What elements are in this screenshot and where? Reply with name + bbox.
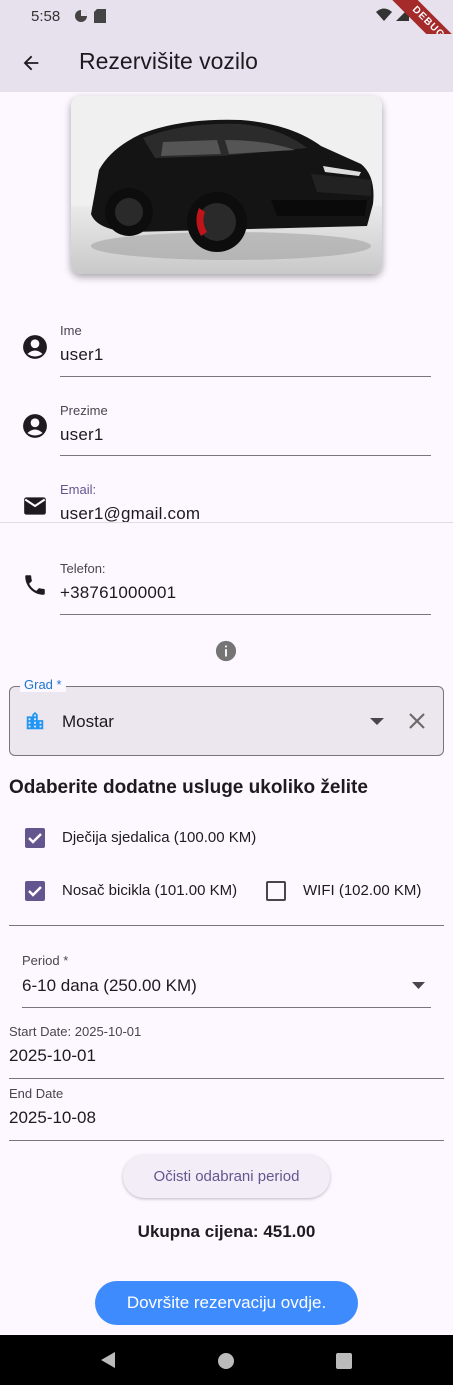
end-date-underline (9, 1140, 444, 1141)
first-name-underline (60, 376, 431, 377)
period-label: Period * (22, 953, 69, 968)
services-divider (9, 925, 444, 926)
clear-icon[interactable] (407, 711, 427, 731)
submit-reservation-button[interactable]: Dovršite rezervaciju ovdje. (95, 1281, 358, 1325)
back-button[interactable] (18, 50, 44, 76)
clear-period-button[interactable]: Očisti odabrani period (123, 1155, 330, 1198)
first-name-label: Ime (60, 323, 82, 338)
status-bar: 5:58 DEBUG (0, 0, 453, 69)
location-city-icon (26, 711, 44, 730)
data-saver-icon (75, 10, 87, 22)
page-title: Rezervišite vozilo (79, 48, 258, 74)
system-nav-bar (0, 1335, 453, 1385)
app-bar: Rezervišite vozilo (0, 34, 453, 92)
account-circle-icon (23, 335, 47, 359)
nav-recent-icon[interactable] (336, 1353, 352, 1369)
bike-rack-label: Nosač bicikla (101.00 KM) (62, 882, 238, 899)
child-seat-label: Dječija sjedalica (100.00 KM) (62, 829, 257, 846)
arrow-back-icon (23, 55, 39, 71)
check-icon (28, 833, 42, 844)
nav-home-icon[interactable] (218, 1353, 234, 1369)
dropdown-arrow-icon[interactable] (370, 718, 384, 726)
email-field[interactable]: Email: user1@gmail.com (22, 476, 431, 526)
period-underline (22, 1007, 431, 1008)
phone-field[interactable]: Telefon: +38761000001 (22, 555, 431, 615)
phone-label: Telefon: (60, 561, 106, 576)
services-title: Odaberite dodatne usluge ukoliko želite (9, 777, 368, 798)
first-name-field[interactable]: Ime user1 (22, 318, 431, 378)
city-label: Grad * (20, 677, 66, 692)
start-date-underline (9, 1078, 444, 1079)
last-name-value[interactable]: user1 (60, 425, 104, 445)
wifi-checkbox[interactable] (266, 881, 286, 901)
nav-back-icon[interactable] (100, 1352, 116, 1368)
status-time: 5:58 (31, 8, 61, 25)
start-date-value[interactable]: 2025-10-01 (9, 1046, 96, 1066)
phone-underline (60, 614, 431, 615)
last-name-label: Prezime (60, 403, 108, 418)
city-value: Mostar (62, 712, 114, 731)
email-label: Email: (60, 482, 97, 497)
last-name-underline (60, 455, 431, 456)
start-date-label: Start Date: 2025-10-01 (9, 1024, 142, 1039)
end-date-value[interactable]: 2025-10-08 (9, 1108, 96, 1128)
account-circle-icon (23, 414, 47, 438)
end-date-label: End Date (9, 1086, 64, 1101)
vehicle-image (71, 96, 382, 274)
status-icons-left (74, 9, 106, 23)
email-value[interactable]: user1@gmail.com (60, 504, 200, 524)
dropdown-arrow-icon[interactable] (412, 982, 425, 989)
wifi-icon (376, 8, 392, 21)
info-icon[interactable] (215, 640, 237, 662)
first-name-value[interactable]: user1 (60, 345, 104, 365)
bike-rack-checkbox[interactable] (25, 881, 45, 901)
period-value[interactable]: 6-10 dana (250.00 KM) (22, 976, 197, 996)
check-icon (28, 886, 42, 897)
phone-value[interactable]: +38761000001 (60, 583, 176, 603)
wifi-label: WIFI (102.00 KM) (303, 882, 422, 899)
section-divider (0, 522, 453, 523)
sd-card-icon (94, 9, 106, 23)
last-name-field[interactable]: Prezime user1 (22, 397, 431, 457)
child-seat-checkbox[interactable] (25, 828, 45, 848)
phone-icon (25, 575, 45, 595)
email-icon (24, 497, 46, 515)
total-price: Ukupna cijena: 451.00 (137, 1222, 316, 1241)
car-illustration (71, 96, 382, 274)
